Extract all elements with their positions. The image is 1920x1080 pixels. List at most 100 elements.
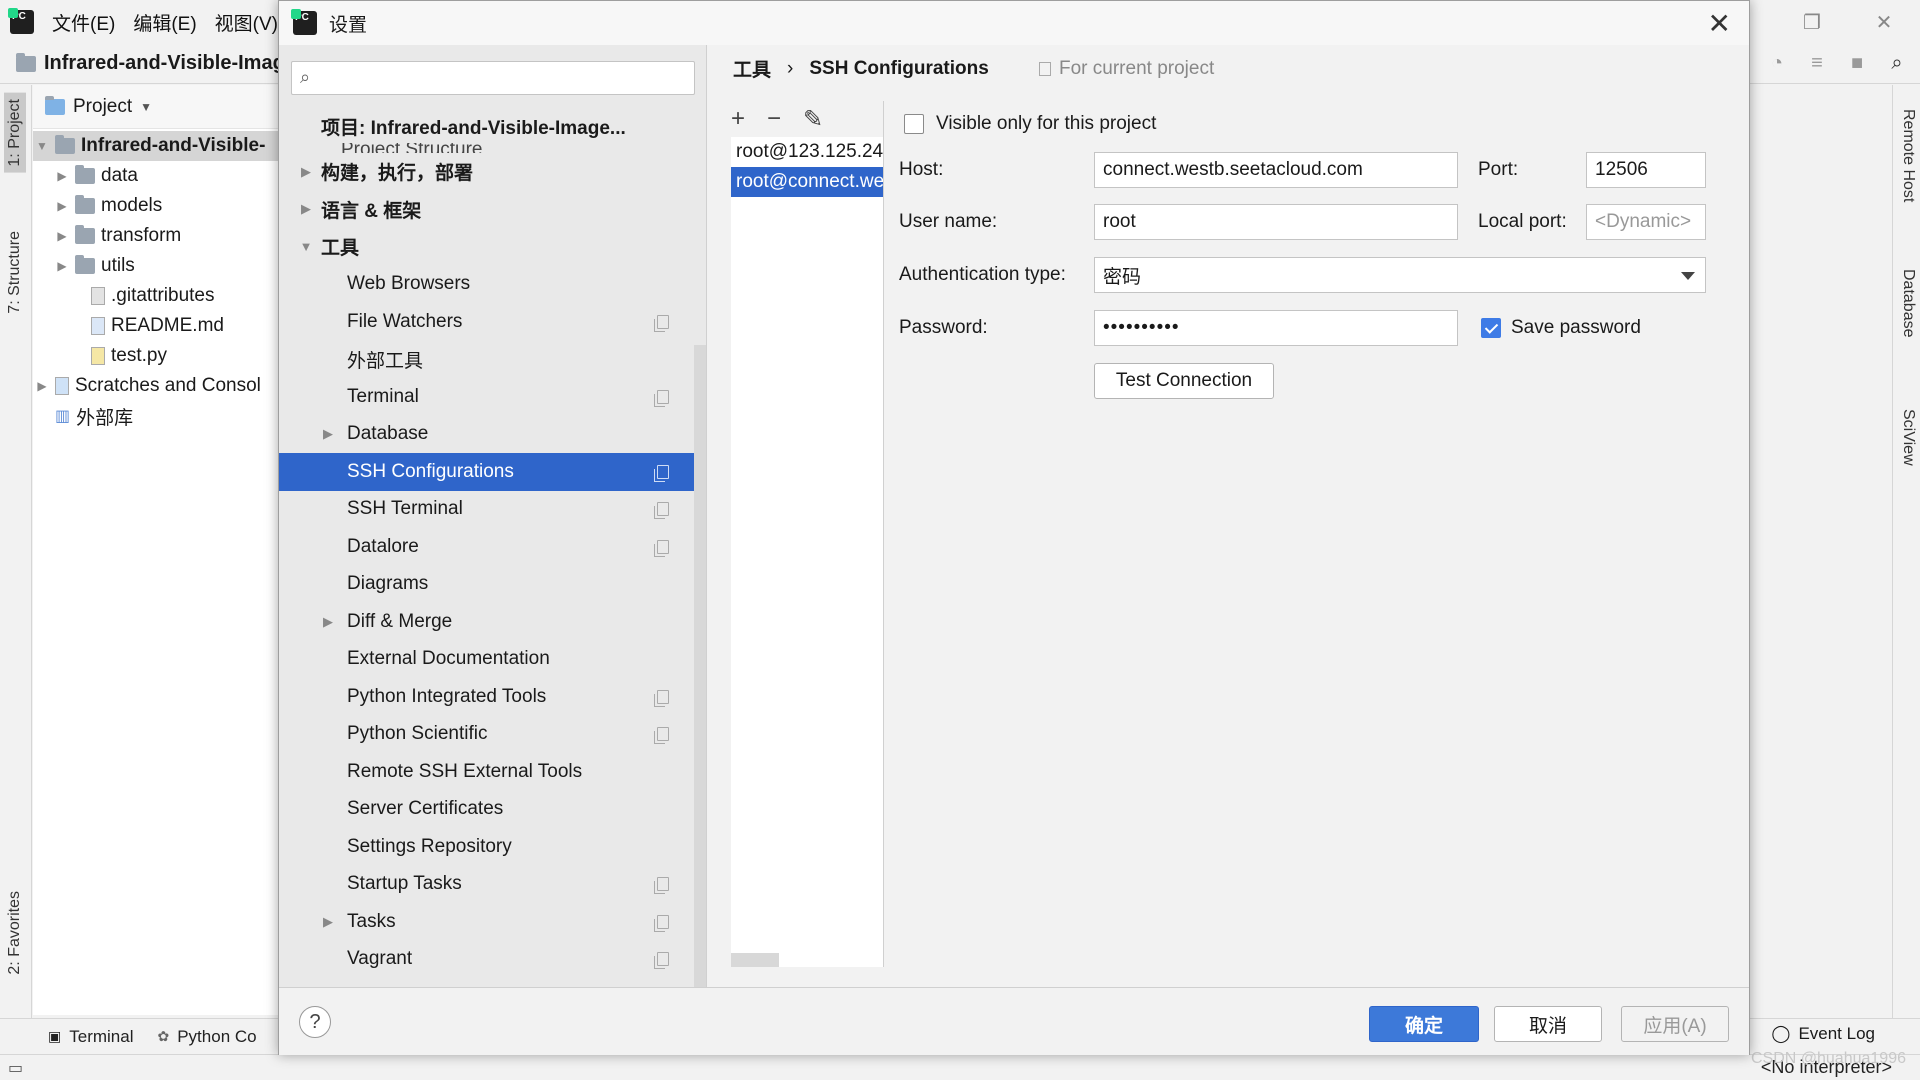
nav-vagrant[interactable]: Vagrant bbox=[279, 941, 695, 979]
search-icon[interactable]: ⌕ bbox=[1886, 52, 1908, 74]
apply-button[interactable]: 应用(A) bbox=[1621, 1006, 1729, 1042]
project-breadcrumb[interactable]: Infrared-and-Visible-Imag bbox=[16, 52, 285, 75]
terminal-tab[interactable]: ▣ Terminal bbox=[48, 1027, 133, 1047]
save-password-checkbox[interactable]: Save password bbox=[1481, 317, 1641, 339]
tree-item-utils[interactable]: ▶ utils bbox=[33, 251, 283, 281]
tab-sciview[interactable]: SciView bbox=[1899, 405, 1917, 470]
close-icon[interactable]: ✕ bbox=[1708, 7, 1731, 40]
profile-icon[interactable]: ◔ bbox=[1766, 52, 1788, 74]
nav-diff-merge[interactable]: ▶ Diff & Merge bbox=[279, 603, 695, 641]
tree-item-external-libraries[interactable]: ▥ 外部库 bbox=[33, 401, 283, 431]
chevron-right-icon[interactable]: ▶ bbox=[299, 201, 313, 217]
close-window-icon[interactable]: ✕ bbox=[1848, 10, 1920, 35]
tree-root[interactable]: ▼ Infrared-and-Visible- bbox=[33, 131, 283, 161]
tab-favorites[interactable]: 2: Favorites bbox=[4, 885, 26, 981]
toggle-tool-windows-icon[interactable]: ▭ bbox=[8, 1058, 23, 1078]
nav-scrollbar[interactable] bbox=[694, 345, 706, 1025]
tab-remote-host[interactable]: Remote Host bbox=[1899, 105, 1917, 206]
nav-diagrams[interactable]: Diagrams bbox=[279, 566, 695, 604]
tree-item-data[interactable]: ▶ data bbox=[33, 161, 283, 191]
nav-web-browsers[interactable]: Web Browsers bbox=[279, 266, 695, 304]
menu-file[interactable]: 文件(E) bbox=[52, 9, 115, 36]
tree-item-transform[interactable]: ▶ transform bbox=[33, 221, 283, 251]
port-field[interactable]: 12506 bbox=[1586, 152, 1706, 188]
local-port-field[interactable]: <Dynamic> bbox=[1586, 204, 1706, 240]
chevron-right-icon[interactable]: ▶ bbox=[35, 379, 49, 393]
event-log-tab[interactable]: ◯ Event Log bbox=[1771, 1024, 1875, 1044]
nav-server-certificates[interactable]: Server Certificates bbox=[279, 791, 695, 829]
breadcrumb-parent[interactable]: 工具 bbox=[733, 55, 771, 82]
connection-list-scrollbar[interactable] bbox=[731, 953, 779, 967]
connection-item-selected[interactable]: root@connect.we bbox=[731, 167, 883, 197]
chevron-down-icon[interactable]: ▼ bbox=[140, 100, 152, 114]
chevron-right-icon[interactable]: ▶ bbox=[55, 199, 69, 213]
chevron-down-icon[interactable]: ▼ bbox=[35, 139, 49, 153]
nav-remote-ssh-external-tools[interactable]: Remote SSH External Tools bbox=[279, 753, 695, 791]
chevron-right-icon[interactable]: ▶ bbox=[55, 229, 69, 243]
tree-item-models[interactable]: ▶ models bbox=[33, 191, 283, 221]
chevron-right-icon[interactable]: ▶ bbox=[321, 614, 335, 630]
nav-ssh-terminal[interactable]: SSH Terminal bbox=[279, 491, 695, 529]
nav-project-group[interactable]: 项目: Infrared-and-Visible-Image... bbox=[279, 113, 695, 143]
nav-tools[interactable]: ▼ 工具 bbox=[279, 228, 695, 266]
coverage-icon[interactable]: ≡ bbox=[1806, 52, 1828, 74]
checkbox-checked-icon[interactable] bbox=[1481, 318, 1501, 338]
nav-label: Python Integrated Tools bbox=[347, 685, 547, 707]
folder-icon bbox=[55, 135, 75, 154]
chevron-right-icon[interactable]: ▶ bbox=[299, 164, 313, 180]
menu-edit[interactable]: 编辑(E) bbox=[133, 9, 196, 36]
project-panel-header[interactable]: Project ▼ bbox=[33, 85, 283, 129]
nav-terminal[interactable]: Terminal bbox=[279, 378, 695, 416]
nav-external-documentation[interactable]: External Documentation bbox=[279, 641, 695, 679]
menu-view[interactable]: 视图(V) bbox=[215, 9, 278, 36]
project-tree: ▼ Infrared-and-Visible- ▶ data ▶ models … bbox=[33, 129, 283, 431]
help-button[interactable]: ? bbox=[299, 1006, 331, 1038]
connection-item[interactable]: root@123.125.24 bbox=[731, 137, 883, 167]
restore-window-icon[interactable]: ❐ bbox=[1776, 10, 1848, 35]
tab-database[interactable]: Database bbox=[1899, 265, 1917, 342]
nav-file-watchers[interactable]: File Watchers bbox=[279, 303, 695, 341]
chevron-right-icon[interactable]: ▶ bbox=[55, 169, 69, 183]
visible-only-checkbox[interactable]: Visible only for this project bbox=[904, 113, 1156, 135]
event-log-icon: ◯ bbox=[1771, 1024, 1791, 1043]
nav-external-tools[interactable]: 外部工具 bbox=[279, 341, 695, 379]
chevron-down-icon[interactable] bbox=[1681, 272, 1695, 280]
nav-startup-tasks[interactable]: Startup Tasks bbox=[279, 866, 695, 904]
nav-languages-frameworks[interactable]: ▶ 语言 & 框架 bbox=[279, 191, 695, 229]
settings-search-input[interactable]: ⌕ bbox=[291, 61, 695, 95]
stop-icon[interactable]: ■ bbox=[1846, 52, 1868, 74]
chevron-right-icon[interactable]: ▶ bbox=[321, 426, 335, 442]
nav-build-execution-deployment[interactable]: ▶ 构建，执行，部署 bbox=[279, 153, 695, 191]
add-icon[interactable]: + bbox=[731, 105, 745, 134]
chevron-right-icon[interactable]: ▶ bbox=[321, 914, 335, 930]
nav-datalore[interactable]: Datalore bbox=[279, 528, 695, 566]
nav-python-integrated-tools[interactable]: Python Integrated Tools bbox=[279, 678, 695, 716]
cancel-button[interactable]: 取消 bbox=[1494, 1006, 1602, 1042]
nav-settings-repository[interactable]: Settings Repository bbox=[279, 828, 695, 866]
nav-ssh-configurations[interactable]: SSH Configurations bbox=[279, 453, 695, 491]
edit-icon[interactable]: ✎ bbox=[803, 105, 823, 134]
nav-tasks[interactable]: ▶ Tasks bbox=[279, 903, 695, 941]
nav-label: 语言 & 框架 bbox=[321, 200, 422, 222]
python-console-tab[interactable]: ✿ Python Co bbox=[157, 1027, 256, 1047]
chevron-right-icon[interactable]: ▶ bbox=[55, 259, 69, 273]
tab-project[interactable]: 1: Project bbox=[4, 93, 26, 173]
chevron-down-icon[interactable]: ▼ bbox=[299, 239, 313, 254]
nav-database[interactable]: ▶ Database bbox=[279, 416, 695, 454]
remove-icon[interactable]: − bbox=[767, 105, 781, 134]
tree-item-readme[interactable]: README.md bbox=[33, 311, 283, 341]
ok-button[interactable]: 确定 bbox=[1369, 1006, 1479, 1042]
nav-project-structure[interactable]: Project Structure bbox=[279, 143, 695, 153]
tree-item-scratches[interactable]: ▶ Scratches and Consol bbox=[33, 371, 283, 401]
tree-item-gitattributes[interactable]: .gitattributes bbox=[33, 281, 283, 311]
auth-type-select[interactable]: 密码 bbox=[1094, 257, 1706, 293]
user-name-field[interactable]: root bbox=[1094, 204, 1458, 240]
password-field[interactable]: •••••••••• bbox=[1094, 310, 1458, 346]
host-field[interactable]: connect.westb.seetacloud.com bbox=[1094, 152, 1458, 188]
test-connection-button[interactable]: Test Connection bbox=[1094, 363, 1274, 399]
tree-item-test-py[interactable]: test.py bbox=[33, 341, 283, 371]
splitter[interactable] bbox=[883, 101, 884, 967]
nav-python-scientific[interactable]: Python Scientific bbox=[279, 716, 695, 754]
checkbox-icon[interactable] bbox=[904, 114, 924, 134]
tab-structure[interactable]: 7: Structure bbox=[4, 225, 26, 320]
